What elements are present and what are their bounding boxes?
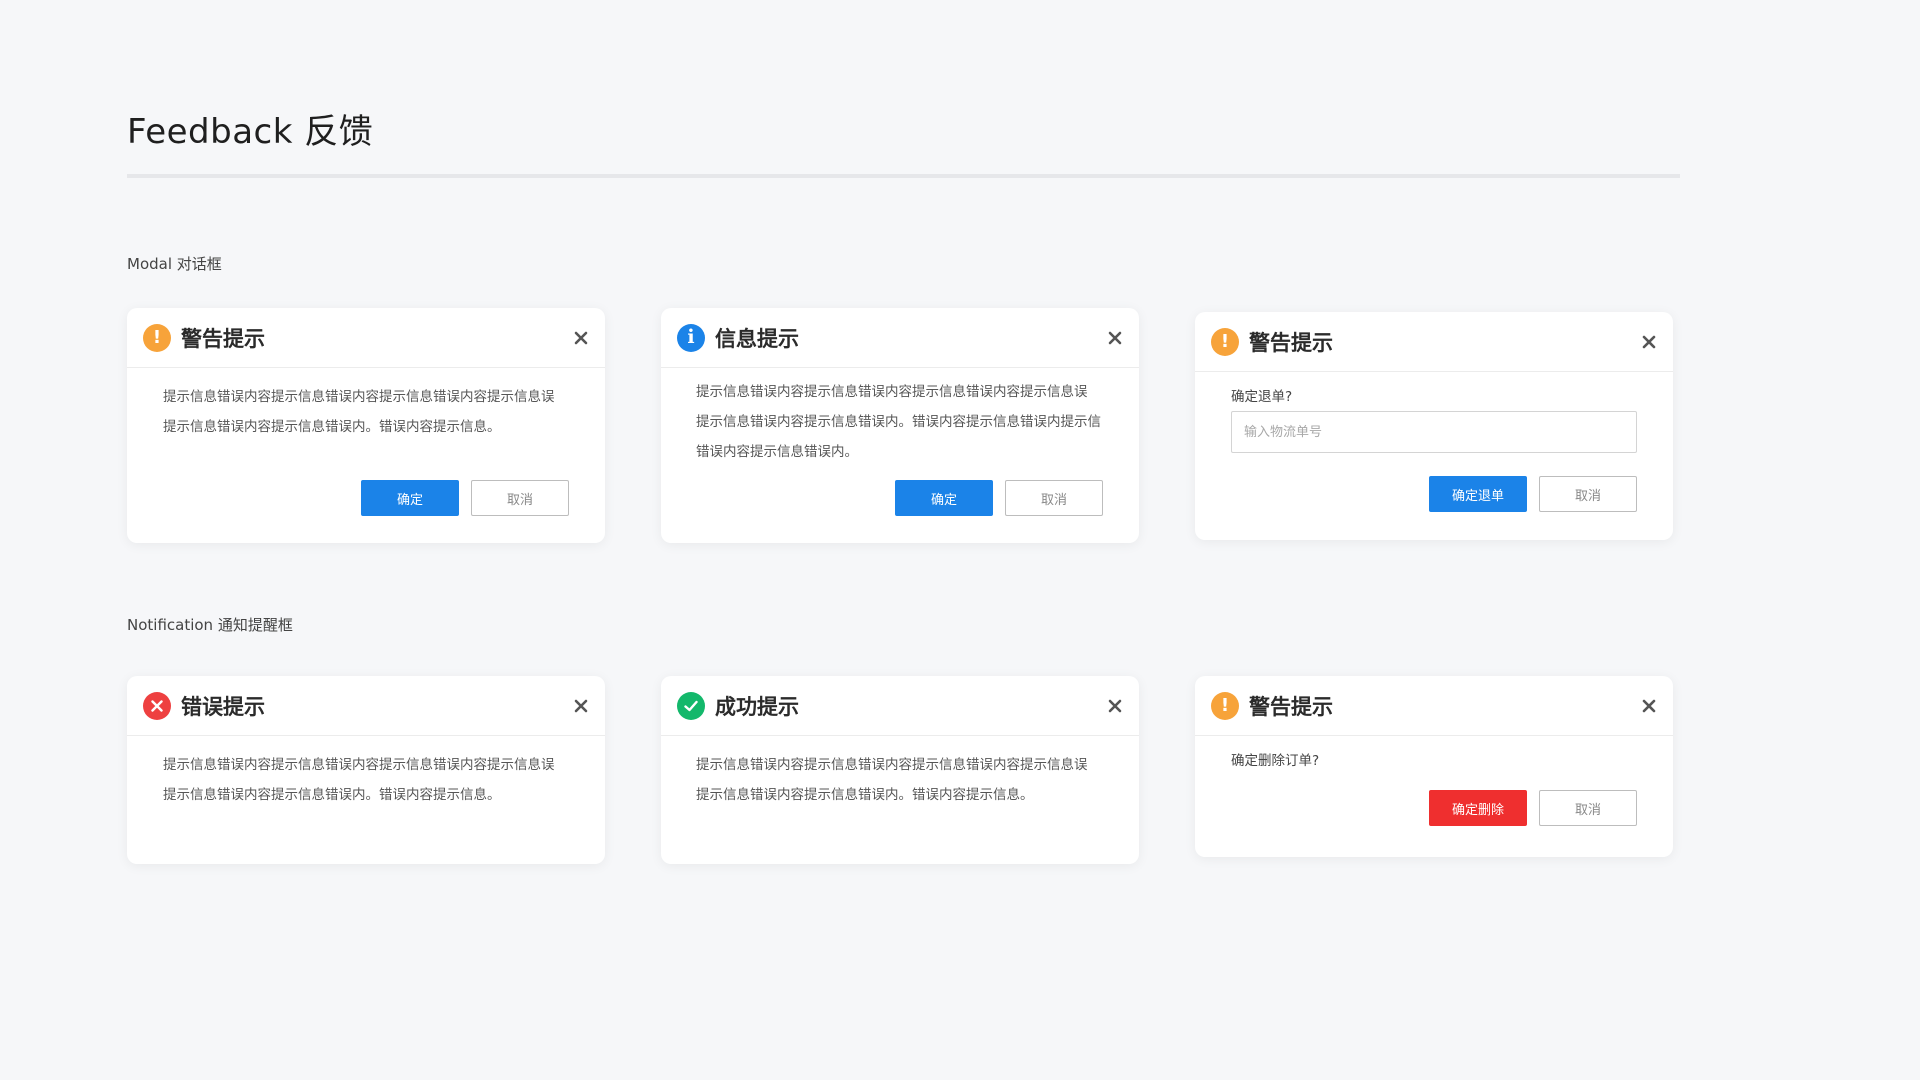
close-icon[interactable] bbox=[1105, 328, 1125, 348]
notification-body-line: 提示信息错误内容提示信息错误内容提示信息错误内容提示信息误 bbox=[696, 757, 1088, 773]
refund-question: 确定退单? bbox=[1231, 389, 1293, 405]
page-title: Feedback 反馈 bbox=[127, 112, 374, 152]
success-icon bbox=[677, 691, 705, 720]
modal-body-line: 错误内容提示信息错误内。 bbox=[696, 444, 858, 460]
modal-body-line: 提示信息错误内容提示信息错误内。错误内容提示信息错误内提示信 bbox=[696, 414, 1101, 430]
modal-body-line: 提示信息错误内容提示信息错误内容提示信息错误内容提示信息误 bbox=[163, 389, 555, 405]
notification-title: 成功提示 bbox=[715, 694, 799, 719]
notification-title: 错误提示 bbox=[181, 694, 265, 719]
close-icon[interactable] bbox=[1639, 332, 1659, 352]
confirm-button[interactable]: 确定 bbox=[361, 480, 459, 516]
error-icon bbox=[143, 691, 171, 720]
modal-header: ! 警告提示 bbox=[127, 308, 605, 368]
feedback-page: Feedback 反馈 Modal 对话框 ! 警告提示 提示信息错误内容提示信… bbox=[0, 0, 1920, 1080]
close-icon[interactable] bbox=[571, 696, 591, 716]
modal-title: 警告提示 bbox=[1249, 330, 1333, 355]
cancel-button[interactable]: 取消 bbox=[1539, 476, 1637, 512]
close-icon[interactable] bbox=[571, 328, 591, 348]
tracking-number-input[interactable] bbox=[1231, 411, 1637, 453]
notification-body: 提示信息错误内容提示信息错误内容提示信息错误内容提示信息误 提示信息错误内容提示… bbox=[661, 736, 1139, 810]
modal-body-line: 提示信息错误内容提示信息错误内。错误内容提示信息。 bbox=[163, 419, 501, 435]
modal-warning: ! 警告提示 提示信息错误内容提示信息错误内容提示信息错误内容提示信息误 提示信… bbox=[127, 308, 605, 543]
modal-actions: 确定退单 取消 bbox=[1429, 476, 1637, 512]
modal-info: i 信息提示 提示信息错误内容提示信息错误内容提示信息错误内容提示信息误 提示信… bbox=[661, 308, 1139, 543]
modal-body: 提示信息错误内容提示信息错误内容提示信息错误内容提示信息误 提示信息错误内容提示… bbox=[661, 368, 1139, 467]
close-icon[interactable] bbox=[1639, 696, 1659, 716]
section-label-notification: Notification 通知提醒框 bbox=[127, 616, 293, 634]
modal-refund: ! 警告提示 确定退单? 确定退单 取消 bbox=[1195, 312, 1673, 540]
modal-header: ! 警告提示 bbox=[1195, 312, 1673, 372]
confirm-button[interactable]: 确定 bbox=[895, 480, 993, 516]
notification-delete: ! 警告提示 确定删除订单? 确定删除 取消 bbox=[1195, 676, 1673, 857]
notification-success: 成功提示 提示信息错误内容提示信息错误内容提示信息错误内容提示信息误 提示信息错… bbox=[661, 676, 1139, 864]
notification-header: 错误提示 bbox=[127, 676, 605, 736]
notification-body-line: 提示信息错误内容提示信息错误内容提示信息错误内容提示信息误 bbox=[163, 757, 555, 773]
cancel-button[interactable]: 取消 bbox=[471, 480, 569, 516]
delete-question: 确定删除订单? bbox=[1231, 753, 1320, 769]
warning-icon: ! bbox=[1211, 691, 1239, 720]
notification-header: ! 警告提示 bbox=[1195, 676, 1673, 736]
modal-actions: 确定 取消 bbox=[361, 480, 569, 516]
notification-error: 错误提示 提示信息错误内容提示信息错误内容提示信息错误内容提示信息误 提示信息错… bbox=[127, 676, 605, 864]
close-icon[interactable] bbox=[1105, 696, 1125, 716]
confirm-delete-button[interactable]: 确定删除 bbox=[1429, 790, 1527, 826]
confirm-refund-button[interactable]: 确定退单 bbox=[1429, 476, 1527, 512]
modal-header: i 信息提示 bbox=[661, 308, 1139, 368]
modal-title: 警告提示 bbox=[181, 326, 265, 351]
modal-body: 提示信息错误内容提示信息错误内容提示信息错误内容提示信息误 提示信息错误内容提示… bbox=[127, 368, 605, 442]
info-icon: i bbox=[677, 323, 705, 352]
notification-title: 警告提示 bbox=[1249, 694, 1333, 719]
notification-body-line: 提示信息错误内容提示信息错误内。错误内容提示信息。 bbox=[696, 787, 1034, 803]
notification-actions: 确定删除 取消 bbox=[1429, 790, 1637, 826]
modal-body-line: 提示信息错误内容提示信息错误内容提示信息错误内容提示信息误 bbox=[696, 384, 1088, 400]
notification-header: 成功提示 bbox=[661, 676, 1139, 736]
modal-title: 信息提示 bbox=[715, 326, 799, 351]
section-label-modal: Modal 对话框 bbox=[127, 255, 222, 273]
cancel-button[interactable]: 取消 bbox=[1005, 480, 1103, 516]
warning-icon: ! bbox=[143, 323, 171, 352]
cancel-button[interactable]: 取消 bbox=[1539, 790, 1637, 826]
notification-body-line: 提示信息错误内容提示信息错误内。错误内容提示信息。 bbox=[163, 787, 501, 803]
notification-body: 提示信息错误内容提示信息错误内容提示信息错误内容提示信息误 提示信息错误内容提示… bbox=[127, 736, 605, 810]
modal-actions: 确定 取消 bbox=[895, 480, 1103, 516]
title-divider bbox=[127, 174, 1680, 178]
warning-icon: ! bbox=[1211, 327, 1239, 356]
